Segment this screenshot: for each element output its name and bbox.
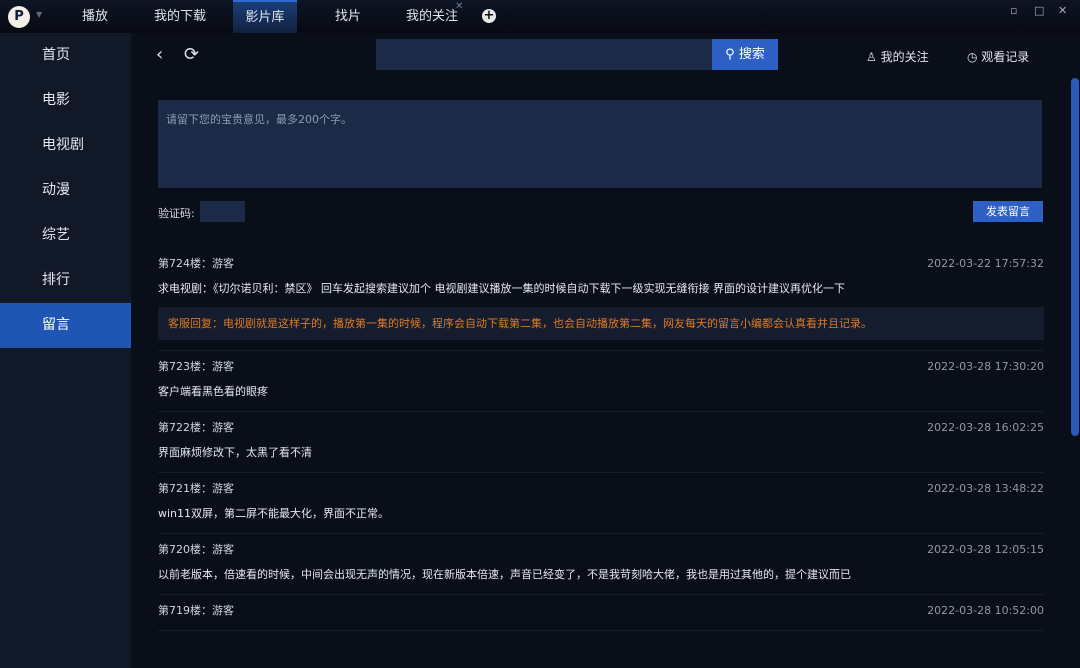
list-item: 第723楼：游客 2022-03-28 17:30:20 客户端看黑色看的眼疼 (158, 351, 1044, 412)
search-button-label: 搜索 (739, 47, 765, 62)
admin-reply: 客服回复：电视剧就是这样子的，播放第一集的时候，程序会自动下载第二集，也会自动播… (158, 307, 1044, 340)
app-logo[interactable]: P (8, 6, 30, 28)
list-item: 第720楼：游客 2022-03-28 12:05:15 以前老版本，倍速看的时… (158, 534, 1044, 595)
tab-downloads[interactable]: 我的下载 (148, 0, 212, 33)
title-bar: P ▼ 播放 我的下载 影片库 找片 我的关注 ✕ + ▫ □ ✕ (0, 0, 1080, 33)
back-icon[interactable]: ‹ (156, 44, 163, 65)
message-header: 第719楼：游客 (158, 602, 1044, 620)
message-time: 2022-03-28 16:02:25 (927, 419, 1044, 437)
list-item: 第724楼：游客 2022-03-22 17:57:32 求电视剧：《切尔诺贝利… (158, 248, 1044, 351)
history-link[interactable]: ◷ 观看记录 (967, 48, 1029, 65)
sidebar-item-messages[interactable]: 留言 (0, 303, 131, 348)
search-input[interactable] (376, 39, 712, 70)
sidebar: 首页 电影 电视剧 动漫 综艺 排行 留言 (0, 33, 131, 668)
list-item: 第722楼：游客 2022-03-28 16:02:25 界面麻烦修改下，太黑了… (158, 412, 1044, 473)
list-item: 第721楼：游客 2022-03-28 13:48:22 win11双屏，第二屏… (158, 473, 1044, 534)
my-follow-label: 我的关注 (881, 50, 929, 64)
message-text: win11双屏，第二屏不能最大化，界面不正常。 (158, 505, 1044, 523)
message-header: 第722楼：游客 (158, 419, 1044, 437)
sidebar-item-anime[interactable]: 动漫 (0, 168, 131, 213)
message-textarea[interactable]: 请留下您的宝贵意见，最多200个字。 (158, 100, 1042, 188)
message-time: 2022-03-28 13:48:22 (927, 480, 1044, 498)
message-time: 2022-03-28 10:52:00 (927, 602, 1044, 620)
close-tab-icon[interactable]: ✕ (455, 1, 463, 12)
minimize-button[interactable]: ▫ (1010, 4, 1017, 17)
add-tab-button[interactable]: + (482, 9, 496, 23)
search-icon: ⚲ (725, 47, 739, 62)
sidebar-item-tv[interactable]: 电视剧 (0, 123, 131, 168)
chevron-down-icon[interactable]: ▼ (36, 10, 42, 19)
history-label: 观看记录 (981, 50, 1029, 64)
submit-message-button[interactable]: 发表留言 (973, 201, 1043, 222)
maximize-button[interactable]: □ (1034, 4, 1044, 17)
tab-find[interactable]: 找片 (316, 0, 380, 33)
sidebar-item-variety[interactable]: 综艺 (0, 213, 131, 258)
message-header: 第720楼：游客 (158, 541, 1044, 559)
tab-play[interactable]: 播放 (63, 0, 127, 33)
message-list: 第724楼：游客 2022-03-22 17:57:32 求电视剧：《切尔诺贝利… (158, 248, 1044, 631)
message-header: 第721楼：游客 (158, 480, 1044, 498)
message-text: 界面麻烦修改下，太黑了看不清 (158, 444, 1044, 462)
message-time: 2022-03-22 17:57:32 (927, 255, 1044, 273)
message-time: 2022-03-28 17:30:20 (927, 358, 1044, 376)
scrollbar-thumb[interactable] (1071, 78, 1079, 436)
message-header: 第724楼：游客 (158, 255, 1044, 273)
my-follow-link[interactable]: ♙ 我的关注 (866, 48, 929, 65)
clock-icon: ◷ (967, 50, 981, 64)
message-text: 客户端看黑色看的眼疼 (158, 383, 1044, 401)
list-item: 第719楼：游客 2022-03-28 10:52:00 (158, 595, 1044, 631)
user-icon: ♙ (866, 50, 881, 64)
message-header: 第723楼：游客 (158, 358, 1044, 376)
message-time: 2022-03-28 12:05:15 (927, 541, 1044, 559)
search-button[interactable]: ⚲ 搜索 (712, 39, 778, 70)
captcha-label: 验证码: (158, 205, 195, 221)
message-text: 求电视剧：《切尔诺贝利：禁区》 回车发起搜索建议加个 电视剧建议播放一集的时候自… (158, 280, 1044, 298)
message-text: 以前老版本，倍速看的时候，中间会出现无声的情况，现在新版本倍速，声音已经变了，不… (158, 566, 1044, 584)
sidebar-item-movies[interactable]: 电影 (0, 78, 131, 123)
captcha-input[interactable] (200, 201, 245, 222)
sidebar-item-ranking[interactable]: 排行 (0, 258, 131, 303)
refresh-icon[interactable]: ⟳ (184, 44, 199, 65)
close-button[interactable]: ✕ (1058, 4, 1067, 17)
tab-library[interactable]: 影片库 (233, 0, 297, 33)
sidebar-item-home[interactable]: 首页 (0, 33, 131, 78)
